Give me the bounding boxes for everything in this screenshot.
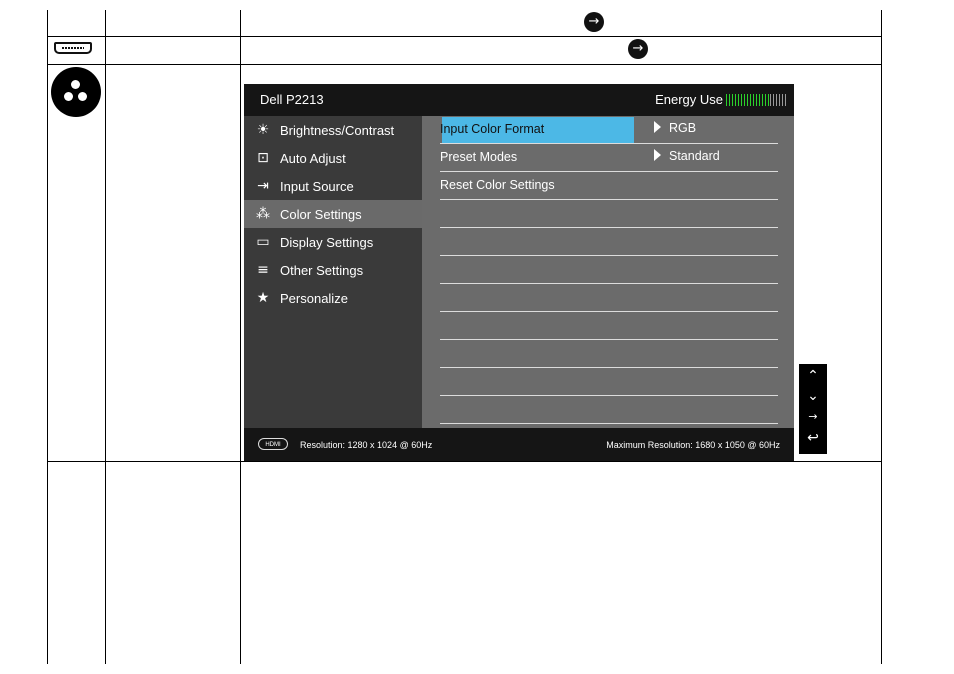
setting-value: RGB <box>654 121 696 135</box>
osd-nav-buttons: ⌃ ⌄ → ↩ <box>799 364 827 454</box>
menu-item-label: Brightness/Contrast <box>280 122 395 138</box>
empty-row <box>440 284 778 312</box>
menu-item-input-source[interactable]: ⇥ Input Source <box>244 172 422 200</box>
setting-label: Reset Color Settings <box>440 178 555 192</box>
table-border-right <box>881 10 882 664</box>
menu-item-display-settings[interactable]: ▭ Display Settings <box>244 228 422 256</box>
menu-item-auto-adjust[interactable]: ⊡ Auto Adjust <box>244 144 422 172</box>
setting-label: Input Color Format <box>440 122 545 136</box>
input-source-icon: ⇥ <box>257 178 269 194</box>
empty-row <box>440 200 778 228</box>
table-row-divider <box>47 36 882 37</box>
hdmi-icon <box>54 42 92 54</box>
osd-submenu: Input Color Format RGB Preset Modes Stan… <box>422 116 794 428</box>
menu-item-label: Color Settings <box>280 206 362 222</box>
menu-item-personalize[interactable]: ★ Personalize <box>244 284 422 312</box>
setting-value: Standard <box>654 149 720 163</box>
maximum-resolution: Maximum Resolution: 1680 x 1050 @ 60Hz <box>606 440 780 450</box>
setting-preset-modes[interactable]: Preset Modes Standard <box>440 144 778 172</box>
table-border-left <box>47 10 48 664</box>
triangle-right-icon <box>654 121 661 133</box>
menu-item-brightness-contrast[interactable]: ☀ Brightness/Contrast <box>244 116 422 144</box>
triangle-right-icon <box>654 149 661 161</box>
display-icon: ▭ <box>256 234 270 250</box>
arrow-right-icon: → <box>584 12 604 32</box>
energy-bar <box>726 93 788 106</box>
setting-reset-color[interactable]: Reset Color Settings <box>440 172 778 200</box>
menu-item-label: Personalize <box>280 290 348 306</box>
menu-item-other-settings[interactable]: ≡ Other Settings <box>244 256 422 284</box>
star-icon: ★ <box>256 290 270 306</box>
empty-row <box>440 228 778 256</box>
menu-item-color-settings[interactable]: ⁂ Color Settings <box>244 200 422 228</box>
enter-icon[interactable]: → <box>799 410 827 423</box>
energy-use-meter: Energy Use <box>655 92 788 107</box>
table-border-col1 <box>105 10 106 664</box>
empty-row <box>440 340 778 368</box>
hdmi-badge: HDMI <box>258 438 288 450</box>
table-row-divider <box>47 64 882 65</box>
arrow-right-icon: → <box>628 39 648 59</box>
menu-item-label: Input Source <box>280 178 354 194</box>
osd-header: Dell P2213 Energy Use <box>244 84 794 116</box>
table-row-divider <box>47 461 882 462</box>
empty-row <box>440 256 778 284</box>
menu-item-label: Display Settings <box>280 234 374 250</box>
osd-footer: HDMI Resolution: 1280 x 1024 @ 60Hz Maxi… <box>244 428 794 461</box>
back-icon[interactable]: ↩ <box>799 430 827 446</box>
empty-row <box>440 396 778 424</box>
table-border-col2 <box>240 10 241 664</box>
down-icon[interactable]: ⌄ <box>799 388 827 404</box>
empty-row <box>440 368 778 396</box>
setting-label: Preset Modes <box>440 150 518 164</box>
color-settings-icon <box>51 67 101 117</box>
osd-main-menu: ☀ Brightness/Contrast ⊡ Auto Adjust ⇥ In… <box>244 116 422 428</box>
auto-adjust-icon: ⊡ <box>257 150 269 166</box>
monitor-model: Dell P2213 <box>260 92 324 107</box>
osd-menu: Dell P2213 Energy Use ☀ Brightness/Contr… <box>244 84 794 461</box>
menu-item-label: Other Settings <box>280 262 364 278</box>
menu-item-label: Auto Adjust <box>280 150 346 166</box>
color-settings-icon: ⁂ <box>256 206 270 222</box>
current-resolution: Resolution: 1280 x 1024 @ 60Hz <box>300 440 433 450</box>
empty-row <box>440 312 778 340</box>
brightness-icon: ☀ <box>256 122 270 138</box>
setting-input-color-format[interactable]: Input Color Format RGB <box>440 116 778 144</box>
other-settings-icon: ≡ <box>257 262 269 278</box>
energy-use-label: Energy Use <box>655 92 723 107</box>
up-icon[interactable]: ⌃ <box>799 368 827 384</box>
